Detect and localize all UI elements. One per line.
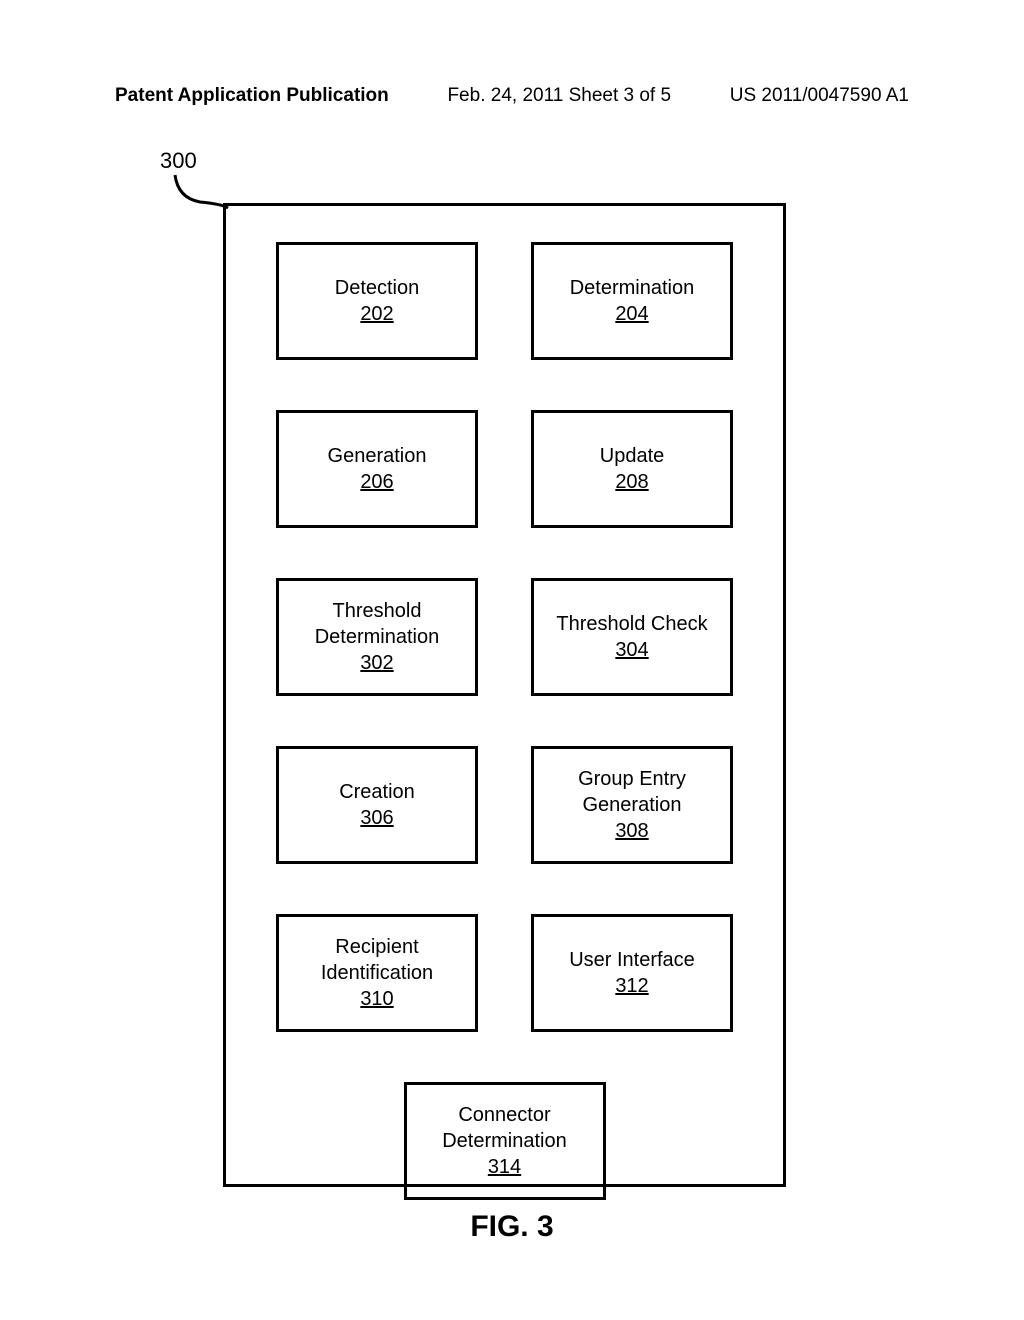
update-box: Update 208 <box>531 410 733 528</box>
box-ref: 304 <box>615 637 648 663</box>
user-interface-box: User Interface 312 <box>531 914 733 1032</box>
threshold-determination-box: ThresholdDetermination 302 <box>276 578 478 696</box>
page-header: Patent Application Publication Feb. 24, … <box>0 0 1024 107</box>
header-left: Patent Application Publication <box>115 85 389 107</box>
group-entry-generation-box: Group EntryGeneration 308 <box>531 746 733 864</box>
box-label: Generation <box>328 443 427 469</box>
connector-determination-box: ConnectorDetermination 314 <box>404 1082 606 1200</box>
recipient-identification-box: RecipientIdentification 310 <box>276 914 478 1032</box>
header-right: US 2011/0047590 A1 <box>730 85 909 107</box>
box-label: Threshold Check <box>556 611 707 637</box>
box-label: Creation <box>339 779 415 805</box>
box-label: Group EntryGeneration <box>578 766 686 818</box>
box-ref: 308 <box>615 818 648 844</box>
diagram-row: ConnectorDetermination 314 <box>276 1082 733 1200</box>
diagram-container: Detection 202 Determination 204 Generati… <box>223 203 786 1187</box>
box-ref: 312 <box>615 973 648 999</box>
box-label: Determination <box>570 275 695 301</box>
determination-box: Determination 204 <box>531 242 733 360</box>
detection-box: Detection 202 <box>276 242 478 360</box>
box-label: ConnectorDetermination <box>442 1102 567 1154</box>
box-label: Update <box>600 443 665 469</box>
box-ref: 310 <box>360 986 393 1012</box>
diagram-row: Creation 306 Group EntryGeneration 308 <box>276 746 733 864</box>
box-ref: 204 <box>615 301 648 327</box>
threshold-check-box: Threshold Check 304 <box>531 578 733 696</box>
diagram-row: Detection 202 Determination 204 <box>276 242 733 360</box>
box-ref: 314 <box>488 1154 521 1180</box>
diagram-row: RecipientIdentification 310 User Interfa… <box>276 914 733 1032</box>
diagram-row: ThresholdDetermination 302 Threshold Che… <box>276 578 733 696</box>
box-ref: 306 <box>360 805 393 831</box>
box-label: Detection <box>335 275 420 301</box>
header-center: Feb. 24, 2011 Sheet 3 of 5 <box>447 85 671 107</box>
figure-label: FIG. 3 <box>0 1210 1024 1244</box>
generation-box: Generation 206 <box>276 410 478 528</box>
box-label: RecipientIdentification <box>321 934 433 986</box>
box-ref: 202 <box>360 301 393 327</box>
box-label: User Interface <box>569 947 695 973</box>
box-ref: 302 <box>360 650 393 676</box>
creation-box: Creation 306 <box>276 746 478 864</box>
diagram-row: Generation 206 Update 208 <box>276 410 733 528</box>
box-ref: 208 <box>615 469 648 495</box>
box-label: ThresholdDetermination <box>315 598 440 650</box>
box-ref: 206 <box>360 469 393 495</box>
